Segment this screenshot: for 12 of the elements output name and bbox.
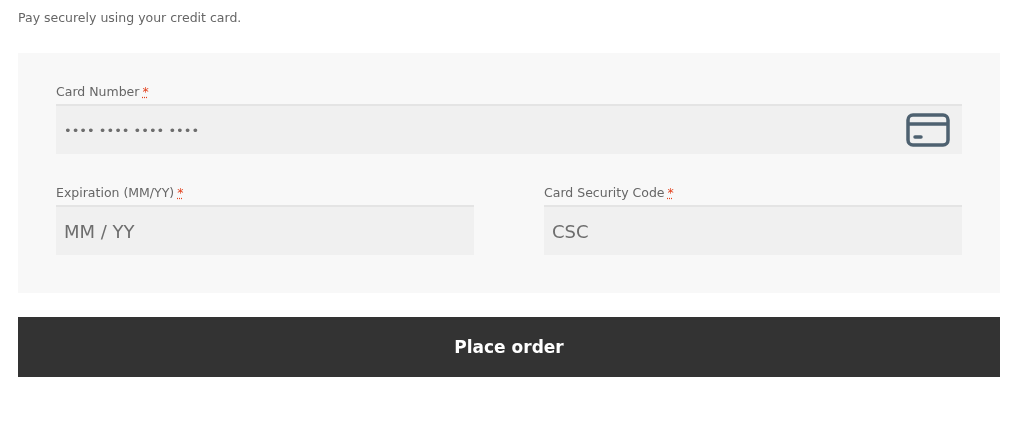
input-field[interactable]: CSC	[544, 205, 962, 255]
field-label: Expiration (MM/YY)	[56, 185, 175, 200]
field-label: Card Security Code	[544, 185, 665, 200]
credit-card-icon	[906, 113, 950, 147]
input-field[interactable]: MM / YY	[56, 205, 474, 255]
input-field[interactable]: •••• •••• •••• ••••	[56, 104, 962, 154]
intro-text: Pay securely using your credit card.	[18, 9, 243, 27]
required-mark: *	[667, 185, 674, 200]
field-label: Card Number	[56, 84, 140, 99]
required-mark: *	[177, 185, 184, 200]
required-mark: *	[142, 84, 149, 99]
place-order-button[interactable]: Place order	[18, 317, 1000, 377]
